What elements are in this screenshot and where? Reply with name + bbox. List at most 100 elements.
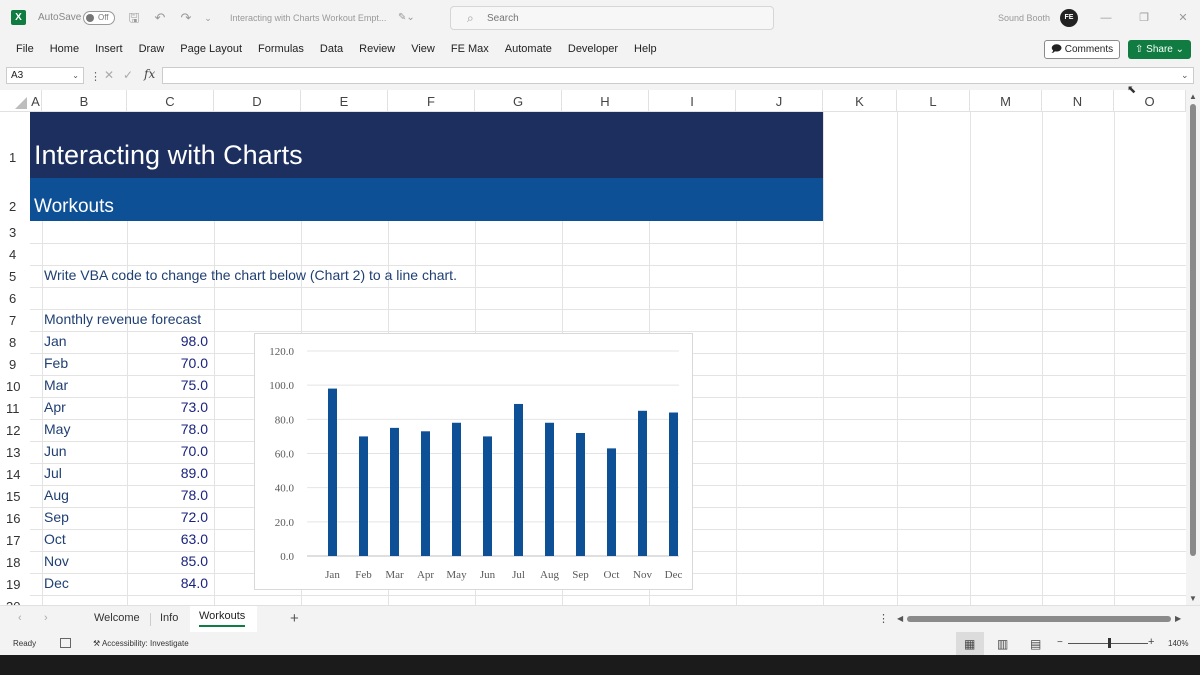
month-cell[interactable]: Mar	[44, 377, 68, 393]
chart-bar[interactable]	[576, 433, 585, 556]
chart-bar[interactable]	[545, 422, 554, 556]
row-header-5[interactable]: 5	[0, 269, 30, 284]
cancel-icon[interactable]: ✕	[104, 68, 114, 82]
normal-view-button[interactable]: ▦	[956, 632, 984, 655]
chart-bar[interactable]	[483, 436, 492, 556]
table-header[interactable]: Monthly revenue forecast	[44, 311, 201, 327]
row-header-18[interactable]: 18	[0, 555, 30, 570]
page-layout-view-icon[interactable]: ▥	[997, 637, 1008, 651]
column-header-f[interactable]: F	[388, 90, 475, 112]
value-cell[interactable]: 63.0	[138, 531, 208, 547]
tab-view[interactable]: View	[403, 38, 443, 62]
scroll-down-icon[interactable]: ▼	[1189, 594, 1197, 603]
autosave-toggle[interactable]: Off	[83, 11, 115, 25]
save-icon[interactable]: 🖫	[126, 10, 142, 26]
undo-icon[interactable]: ↶	[152, 10, 168, 26]
chart-bar[interactable]	[669, 412, 678, 557]
user-name[interactable]: Sound Booth	[998, 13, 1050, 23]
value-cell[interactable]: 72.0	[138, 509, 208, 525]
column-chart[interactable]: 0.0 20.0 40.0 60.0 80.0 100.0 120.0 Jan Feb Mar Ap…	[254, 333, 693, 590]
row-header-6[interactable]: 6	[0, 291, 30, 306]
chart-bar[interactable]	[452, 422, 461, 556]
row-header-19[interactable]: 19	[0, 577, 30, 592]
row-header-13[interactable]: 13	[0, 445, 30, 460]
search-input[interactable]	[487, 11, 757, 26]
redo-icon[interactable]: ↷	[178, 10, 194, 26]
scroll-thumb[interactable]	[1190, 104, 1196, 556]
tab-page-layout[interactable]: Page Layout	[172, 38, 250, 62]
column-header-n[interactable]: N	[1042, 90, 1114, 112]
document-title[interactable]: Interacting with Charts Workout Empt...	[230, 13, 386, 23]
tab-home[interactable]: Home	[42, 38, 87, 62]
avatar[interactable]: FE	[1060, 9, 1078, 27]
sheet-tab-welcome[interactable]: Welcome	[94, 612, 140, 624]
chart-bar[interactable]	[514, 403, 523, 556]
sheet-tab-workouts[interactable]: Workouts	[199, 610, 246, 627]
month-cell[interactable]: Nov	[44, 553, 69, 569]
scroll-right-icon[interactable]: ▶	[1175, 614, 1181, 623]
tab-insert[interactable]: Insert	[87, 38, 131, 62]
tab-automate[interactable]: Automate	[497, 38, 560, 62]
tab-help[interactable]: Help	[626, 38, 665, 62]
row-header-4[interactable]: 4	[0, 247, 30, 262]
column-header-i[interactable]: I	[649, 90, 736, 112]
column-header-k[interactable]: K	[823, 90, 897, 112]
chart-bar[interactable]	[359, 436, 368, 556]
tab-fe-max[interactable]: FE Max	[443, 38, 497, 62]
tab-developer[interactable]: Developer	[560, 38, 626, 62]
value-cell[interactable]: 89.0	[138, 465, 208, 481]
value-cell[interactable]: 75.0	[138, 377, 208, 393]
value-cell[interactable]: 73.0	[138, 399, 208, 415]
value-cell[interactable]: 84.0	[138, 575, 208, 591]
row-header-1[interactable]: 1	[0, 150, 30, 165]
instruction-text[interactable]: Write VBA code to change the chart below…	[44, 267, 457, 283]
enter-icon[interactable]: ✓	[123, 68, 133, 82]
restore-icon[interactable]: ❐	[1136, 10, 1152, 26]
more-options-icon[interactable]: ⋮	[878, 612, 889, 625]
column-header-g[interactable]: G	[475, 90, 562, 112]
column-header-j[interactable]: J	[736, 90, 823, 112]
column-header-a[interactable]: A	[30, 90, 42, 112]
row-header-14[interactable]: 14	[0, 467, 30, 482]
zoom-in-icon[interactable]: +	[1148, 636, 1154, 648]
tab-formulas[interactable]: Formulas	[250, 38, 312, 62]
chart-bar[interactable]	[638, 410, 647, 556]
value-cell[interactable]: 70.0	[138, 443, 208, 459]
customize-toolbar-icon[interactable]: ⌄	[200, 10, 216, 26]
comments-button[interactable]: 🗩 Comments	[1044, 40, 1120, 59]
row-header-11[interactable]: 11	[0, 401, 30, 416]
row-header-15[interactable]: 15	[0, 489, 30, 504]
prev-sheet-icon[interactable]: ‹	[18, 612, 22, 624]
value-cell[interactable]: 78.0	[138, 421, 208, 437]
column-header-m[interactable]: M	[970, 90, 1042, 112]
zoom-out-icon[interactable]: −	[1057, 637, 1063, 648]
month-cell[interactable]: Jan	[44, 333, 67, 349]
insert-function-icon[interactable]: fx	[144, 67, 155, 81]
tab-file[interactable]: File	[8, 38, 42, 62]
value-cell[interactable]: 85.0	[138, 553, 208, 569]
month-cell[interactable]: Dec	[44, 575, 69, 591]
column-header-e[interactable]: E	[301, 90, 388, 112]
row-header-2[interactable]: 2	[0, 199, 30, 214]
title-options-chevron-icon[interactable]: ✎⌄	[398, 10, 415, 26]
row-header-10[interactable]: 10	[0, 379, 30, 394]
vertical-scrollbar[interactable]: ▲ ▼	[1186, 90, 1200, 605]
column-header-l[interactable]: L	[897, 90, 970, 112]
macro-recording-icon[interactable]	[60, 638, 71, 648]
search-box[interactable]: ⌕	[450, 6, 774, 30]
column-header-b[interactable]: B	[42, 90, 127, 112]
row-header-3[interactable]: 3	[0, 225, 30, 240]
chart-bar[interactable]	[607, 448, 616, 556]
value-cell[interactable]: 78.0	[138, 487, 208, 503]
row-header-17[interactable]: 17	[0, 533, 30, 548]
tab-data[interactable]: Data	[312, 38, 351, 62]
chart-bar[interactable]	[421, 431, 430, 556]
formula-input[interactable]	[162, 67, 1194, 84]
month-cell[interactable]: Apr	[44, 399, 66, 415]
month-cell[interactable]: Aug	[44, 487, 69, 503]
month-cell[interactable]: May	[44, 421, 70, 437]
share-button[interactable]: ⇧ Share ⌄	[1128, 40, 1191, 59]
value-cell[interactable]: 70.0	[138, 355, 208, 371]
scroll-left-icon[interactable]: ◀	[897, 614, 903, 623]
row-header-16[interactable]: 16	[0, 511, 30, 526]
